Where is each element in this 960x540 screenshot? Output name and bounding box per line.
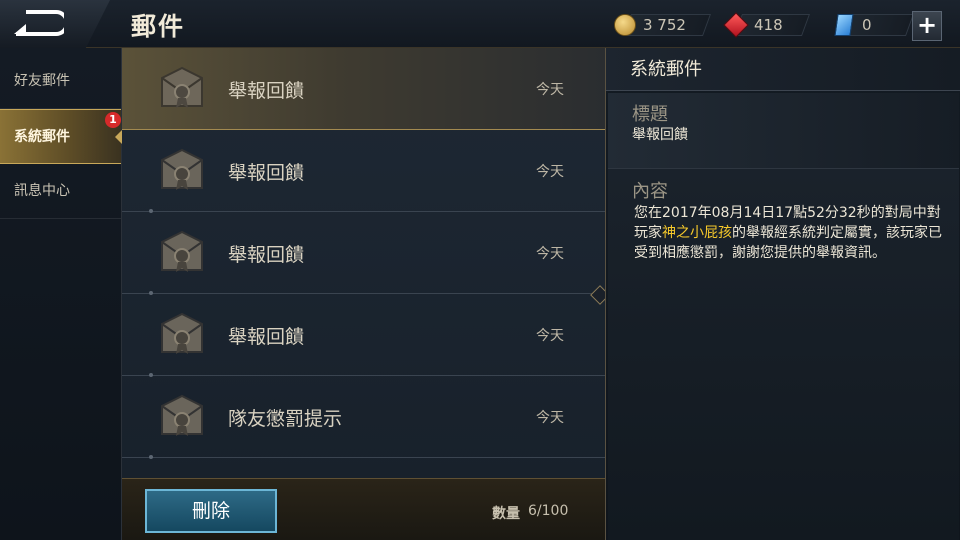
sidebar-item-label: 系統郵件: [14, 129, 70, 145]
detail-panel-title: 系統郵件: [606, 48, 960, 91]
mail-count-label: 數量: [492, 506, 520, 522]
mail-list-item[interactable]: 隊友懲罰提示 今天: [122, 376, 605, 459]
mail-category-sidebar: 好友郵件 系統郵件 1 訊息中心: [0, 48, 123, 540]
mail-date: 今天: [536, 164, 564, 180]
mail-envelope-icon: [161, 312, 203, 354]
content-label: 內容: [632, 181, 668, 202]
red-gem-icon: [723, 12, 749, 38]
ticket-amount: 0: [862, 16, 872, 34]
mail-count-value: 6/100: [528, 503, 569, 519]
unread-badge: 1: [105, 112, 121, 128]
mail-list-item[interactable]: 舉報回饋 今天: [122, 212, 605, 295]
gem-amount: 418: [754, 16, 783, 34]
mail-envelope-icon: [161, 230, 203, 272]
mail-envelope-icon: [161, 394, 203, 436]
delete-button[interactable]: 刪除: [145, 489, 277, 533]
mail-subject: 舉報回饋: [228, 244, 305, 266]
mail-detail-panel: 系統郵件 標題 舉報回饋 內容 您在2017年08月14日17點52分32秒的對…: [605, 48, 960, 540]
gold-currency: 3 752: [613, 12, 712, 38]
ticket-currency: 0: [832, 12, 915, 38]
mail-date: 今天: [536, 82, 564, 98]
blue-ticket-icon: [832, 13, 856, 37]
mail-subject: 隊友懲罰提示: [228, 408, 343, 430]
sidebar-item-label: 訊息中心: [14, 183, 70, 199]
mail-envelope-icon: [161, 66, 203, 108]
mail-subject: 舉報回饋: [228, 80, 305, 102]
mail-list-footer: 刪除 數量 6/100: [122, 478, 605, 540]
sidebar-item-system-mail[interactable]: 系統郵件 1: [0, 109, 123, 164]
sidebar-item-label: 好友郵件: [14, 73, 70, 89]
mail-date: 今天: [536, 328, 564, 344]
coin-icon: [613, 13, 637, 37]
gold-amount: 3 752: [643, 16, 686, 34]
sidebar-item-message-center[interactable]: 訊息中心: [0, 164, 121, 219]
add-currency-button[interactable]: +: [912, 11, 942, 41]
sidebar-item-friend-mail[interactable]: 好友郵件: [0, 54, 121, 109]
mail-envelope-icon: [161, 148, 203, 190]
subject-value: 舉報回饋: [632, 127, 688, 143]
top-bar: 郵件 3 752 418 0 +: [0, 0, 960, 48]
mail-list-item[interactable]: 舉報回饋 今天: [122, 130, 605, 213]
page-title: 郵件: [131, 12, 186, 41]
separator-dot: [149, 455, 153, 459]
back-arrow-icon: [14, 10, 64, 36]
mail-date: 今天: [536, 246, 564, 262]
subject-label: 標題: [632, 104, 668, 125]
mail-subject: 舉報回饋: [228, 162, 305, 184]
mail-subject: 舉報回饋: [228, 326, 305, 348]
reported-player-name: 神之小屁孩: [662, 225, 732, 241]
mail-list-item[interactable]: 舉報回饋 今天: [122, 48, 605, 130]
mail-content-text: 您在2017年08月14日17點52分32秒的對局中對玩家神之小屁孩的舉報經系統…: [634, 203, 944, 263]
back-button[interactable]: [0, 0, 110, 48]
mail-list: 舉報回饋 今天 舉報回饋 今天 舉報回饋 今天 舉報回饋 今天 隊友懲罰提示 今…: [122, 48, 605, 478]
gem-currency: 418: [723, 12, 811, 38]
mail-list-item[interactable]: 舉報回饋 今天: [122, 294, 605, 377]
mail-content-section: 內容 您在2017年08月14日17點52分32秒的對局中對玩家神之小屁孩的舉報…: [608, 168, 959, 540]
mail-date: 今天: [536, 410, 564, 426]
